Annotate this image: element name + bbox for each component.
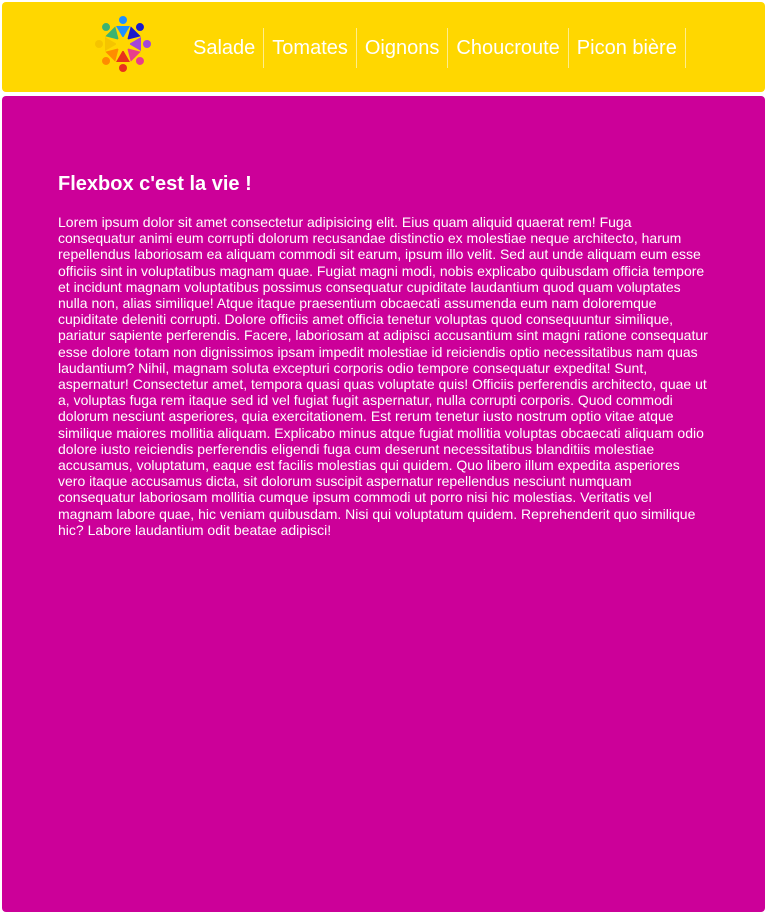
main-navigation: Salade Tomates Oignons Choucroute Picon … <box>185 28 686 68</box>
logo-figure-1 <box>116 16 130 38</box>
logo-figure-5 <box>116 50 130 72</box>
logo-figure-3 <box>129 37 151 51</box>
nav-item-salade[interactable]: Salade <box>185 28 265 68</box>
logo-center <box>116 37 130 51</box>
main-content: Flexbox c'est la vie ! Lorem ipsum dolor… <box>2 96 765 912</box>
logo-svg <box>95 16 151 72</box>
nav-item-picon-biere[interactable]: Picon bière <box>569 28 686 68</box>
colorful-people-circle-logo-icon[interactable] <box>91 12 155 76</box>
nav-item-choucroute[interactable]: Choucroute <box>448 28 569 68</box>
body-text: Lorem ipsum dolor sit amet consectetur a… <box>58 214 708 538</box>
nav-item-oignons[interactable]: Oignons <box>357 28 449 68</box>
nav-item-tomates[interactable]: Tomates <box>264 28 357 68</box>
page-title: Flexbox c'est la vie ! <box>58 173 252 195</box>
site-header: Salade Tomates Oignons Choucroute Picon … <box>2 2 765 92</box>
logo-figure-7 <box>95 37 117 51</box>
